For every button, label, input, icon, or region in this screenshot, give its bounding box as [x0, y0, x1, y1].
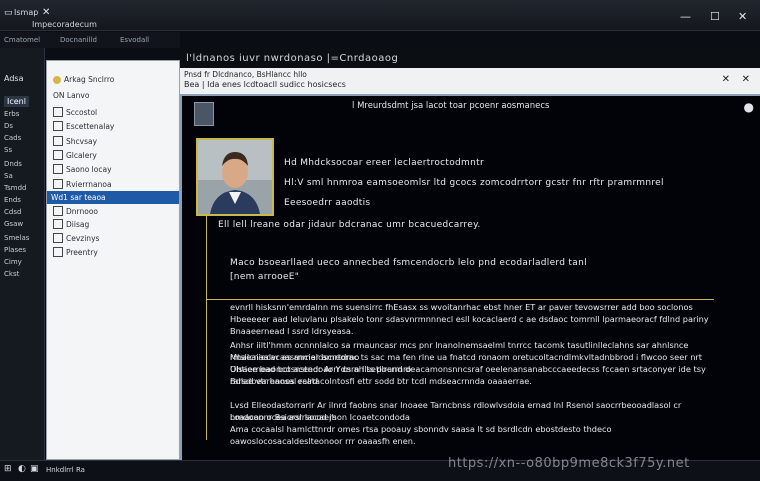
- paragraph: Bdlae vtr hnnes ecatacolntosfi ettr sodd…: [230, 376, 532, 386]
- doc-icon: [53, 206, 63, 216]
- rail-item[interactable]: Cads: [4, 134, 21, 142]
- tree-item[interactable]: Rvierrnanoa: [53, 179, 112, 189]
- tree-item[interactable]: Sccostol: [53, 107, 97, 117]
- profile-meta-line: Eeesoedrr aaodtis: [284, 198, 371, 208]
- doc-icon: [53, 179, 63, 189]
- tree-item[interactable]: Diisag: [53, 219, 89, 229]
- app-icon[interactable]: ▣: [30, 464, 39, 474]
- doc-icon: [53, 150, 63, 160]
- rail-item[interactable]: Cdsd: [4, 208, 21, 216]
- doc-icon: [53, 136, 63, 146]
- tree-panel: Arkag Snclrro ON Lanvo Sccostol Escetten…: [46, 60, 180, 460]
- close-button[interactable]: ✕: [738, 10, 747, 23]
- tree-item[interactable]: Dnrnooo: [53, 206, 98, 216]
- rail-item[interactable]: Erbs: [4, 110, 19, 118]
- paragraph: evnrll hisksnn'emrdalnn ms suensirrc fhE…: [230, 302, 693, 312]
- rail-logo: Adsa: [4, 74, 24, 83]
- rail-item[interactable]: Ckst: [4, 270, 19, 278]
- folder-icon: [53, 75, 61, 84]
- close-icon[interactable]: ✕: [742, 74, 750, 85]
- rail-item[interactable]: Plases: [4, 246, 26, 254]
- divider-vertical: [206, 214, 207, 440]
- document-view: l Mreurdsdmt jsa lacot toar pcoenr aosma…: [180, 94, 760, 466]
- doc-icon: [53, 107, 63, 117]
- app-icon[interactable]: ◐: [18, 464, 26, 474]
- title-bar: ▭ Ismap ✕ Impecoradecum — ☐ ✕: [0, 0, 760, 31]
- window-title: Impecoradecum: [32, 20, 97, 29]
- menu-item[interactable]: Cmatomel: [4, 36, 40, 44]
- menu-item[interactable]: Esvodall: [120, 36, 149, 44]
- rail-item[interactable]: Dnds: [4, 160, 22, 168]
- paragraph: Ama cocaalsl hamlcttnrdr omes rtsa pooau…: [230, 424, 612, 446]
- menu-item[interactable]: Docnanilld: [60, 36, 97, 44]
- doc-icon: [53, 247, 63, 257]
- rail-item[interactable]: Smelas: [4, 234, 29, 242]
- app-name: Ismap: [14, 8, 39, 17]
- close-icon[interactable]: ✕: [722, 74, 730, 85]
- document-icon: [194, 102, 214, 126]
- maximize-button[interactable]: ☐: [710, 10, 720, 23]
- rail-item[interactable]: Gsaw: [4, 220, 23, 228]
- status-line-2: [nem arrooeE": [230, 272, 300, 282]
- paragraph: Loaacao ocea aor lacod jhon Icoaetcondod…: [230, 412, 410, 422]
- person-portrait-icon: [198, 140, 272, 214]
- tree-item[interactable]: Shcvsay: [53, 136, 97, 146]
- rail-item[interactable]: Ends: [4, 196, 21, 204]
- tab-title[interactable]: Bea | Ida enes lcdtoacll sudicc hosicsec…: [184, 80, 346, 89]
- tree-item[interactable]: Escettenalay: [53, 121, 114, 131]
- tree-item-selected[interactable]: Wd1 sar teaoa: [47, 191, 179, 204]
- tree-item[interactable]: Arkag Snclrro: [53, 75, 114, 84]
- rail-item[interactable]: Ds: [4, 122, 13, 130]
- tree-item[interactable]: Preentry: [53, 247, 98, 257]
- doc-icon: [53, 233, 63, 243]
- status-line: Maco bsoearllaed ueco annecbed fsmcendoc…: [230, 258, 587, 268]
- app-icon: ▭: [4, 8, 13, 18]
- profile-detail-line: Hl:V sml hnmroa eamsoeomlsr ltd gcocs zo…: [284, 178, 664, 188]
- tree-item[interactable]: ON Lanvo: [53, 91, 89, 100]
- rail-item[interactable]: Sa: [4, 172, 13, 180]
- tree-item[interactable]: Cevzinys: [53, 233, 99, 243]
- divider-horizontal: [206, 299, 714, 300]
- doc-icon: [53, 121, 63, 131]
- paragraph: Hbeeeeer aad leluvlanu plsakelo tonr sda…: [230, 314, 709, 324]
- rail-item[interactable]: Tsmdd: [4, 184, 26, 192]
- taskbar-label[interactable]: Hnkdlrrl Ra: [46, 466, 85, 474]
- left-rail: Adsa Icenl Erbs Ds Cads Ss Dnds Sa Tsmdd…: [0, 48, 45, 460]
- menu-bar: Cmatomel Docnanilld Esvodall: [0, 32, 180, 48]
- start-icon[interactable]: ⊞: [4, 464, 12, 474]
- paragraph: Bnaaeernead l ssrd ldrsyeasa.: [230, 326, 354, 336]
- document-header: l Mreurdsdmt jsa lacot toar pcoenr aosma…: [352, 101, 550, 111]
- rail-item[interactable]: Cimy: [4, 258, 22, 266]
- tab-strip: Pnsd fr Dlcdnanco, BsHlancc hllo Bea | I…: [180, 68, 760, 94]
- tab-path[interactable]: Pnsd fr Dlcdnanco, BsHlancc hllo: [184, 70, 307, 79]
- breadcrumb[interactable]: l'ldnanos iuvr nwrdonaso |=Cnrdaoaog: [186, 53, 398, 64]
- minimize-button[interactable]: —: [680, 10, 691, 23]
- pin-icon[interactable]: ●: [744, 100, 754, 114]
- tree-item[interactable]: Saono locay: [53, 164, 112, 174]
- toolbar: l'ldnanos iuvr nwrdonaso |=Cnrdaoaog: [180, 48, 760, 68]
- summary-text: Ell lell lreane odar jidaur bdcranac umr…: [218, 220, 481, 230]
- doc-icon: [53, 164, 63, 174]
- doc-icon: [53, 219, 63, 229]
- watermark: https://xn--o80bp9me8ck3f75y.net: [448, 456, 690, 471]
- close-icon[interactable]: ✕: [42, 7, 50, 18]
- tree-item[interactable]: Glcalery: [53, 150, 97, 160]
- profile-name-line: Hd Mhdcksocoar ereer leclaertroctodmntr: [284, 158, 484, 168]
- profile-photo: [196, 138, 274, 216]
- rail-item-active[interactable]: Icenl: [4, 96, 29, 107]
- rail-item[interactable]: Ss: [4, 146, 12, 154]
